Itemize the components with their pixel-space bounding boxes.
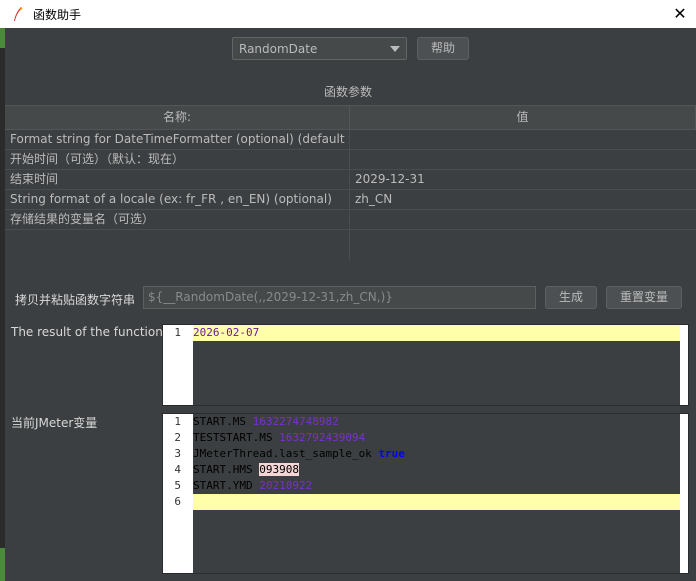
variable-value: 093908 [259,463,299,476]
editor-line: 5 START.YMD 20210922 [163,478,688,494]
variable-line: START.MS 1632274748982 [193,414,339,430]
variable-key: JMeterThread.last_sample_ok [193,447,379,460]
variable-key: TESTSTART.MS [193,431,280,444]
param-name-cell: 存储结果的变量名（可选） [5,210,350,230]
variable-value: 1632792439094 [279,431,366,444]
variable-key: START.MS [193,415,253,428]
param-name-cell: 开始时间（可选）（默认：现在） [5,150,350,170]
variable-value: 1632274748982 [252,415,339,428]
line-number: 5 [174,479,181,492]
function-string-field[interactable]: ${__RandomDate(,,2029-12-31,zh_CN,)} [143,286,536,309]
line-number: 4 [174,463,181,476]
editor-line: 1 START.MS 1632274748982 [163,414,688,430]
close-icon[interactable]: ✕ [668,2,692,26]
variable-value: 20210922 [259,479,313,492]
params-table: 名称: 值 Format string for DateTimeFormatte… [5,105,696,261]
param-value-cell[interactable] [350,150,696,170]
jmeter-variables-label: 当前JMeter变量 [11,416,98,430]
table-row[interactable]: Format string for DateTimeFormatter (opt… [5,130,696,150]
variable-value: true [378,447,405,460]
editor-line: 2 TESTSTART.MS 1632792439094 [163,430,688,446]
param-name-cell: String format of a locale (ex: fr_FR , e… [5,190,350,210]
result-editor[interactable]: 1 2026-02-07 [162,324,689,406]
reset-variables-button[interactable]: 重置变量 [606,286,682,309]
param-value-cell[interactable] [350,130,696,150]
editor-line: 4 START.HMS 093908 [163,462,688,478]
window-title: 函数助手 [33,8,82,22]
editor-line: 1 2026-02-07 [163,325,688,341]
line-number: 2 [174,431,181,444]
chevron-down-icon[interactable] [390,46,400,52]
generate-button[interactable]: 生成 [545,286,597,309]
result-value: 2026-02-07 [193,326,260,339]
function-select-value: RandomDate [239,42,318,56]
params-section-title: 函数参数 [323,85,372,99]
current-line-highlight [193,325,680,341]
function-select[interactable]: RandomDate [232,37,407,60]
column-header-value[interactable]: 值 [350,106,696,130]
variables-editor[interactable]: 1 START.MS 1632274748982 2 TESTSTART.MS … [162,413,689,574]
editor-line: 6 [163,494,688,510]
copy-function-label: 拷贝并粘贴函数字符串 [15,293,136,307]
table-row[interactable]: 结束时间 2029-12-31 [5,170,696,190]
param-name-cell: Format string for DateTimeFormatter (opt… [5,130,350,150]
current-line-highlight [193,494,680,510]
column-header-name[interactable]: 名称: [5,106,350,130]
variable-key: START.HMS [193,463,260,476]
line-number: 3 [174,447,181,460]
variable-key: START.YMD [193,479,260,492]
help-button[interactable]: 帮助 [417,37,469,60]
empty-cell [350,230,696,261]
table-row-empty [5,230,696,261]
line-number: 1 [174,415,181,428]
param-value-cell[interactable]: 2029-12-31 [350,170,696,190]
line-number: 6 [174,495,181,508]
table-row[interactable]: 开始时间（可选）（默认：现在） [5,150,696,170]
feather-icon [14,7,23,21]
table-row[interactable]: 存储结果的变量名（可选） [5,210,696,230]
param-name-cell: 结束时间 [5,170,350,190]
variable-line: TESTSTART.MS 1632792439094 [193,430,365,446]
variable-line: START.HMS 093908 [193,462,299,478]
left-edge-green-bottom [0,548,5,581]
variable-line: JMeterThread.last_sample_ok true [193,446,405,462]
param-value-cell[interactable] [350,210,696,230]
empty-cell [5,230,350,261]
variable-line: START.YMD 20210922 [193,478,312,494]
line-number: 1 [174,326,181,339]
table-row[interactable]: String format of a locale (ex: fr_FR , e… [5,190,696,210]
result-label: The result of the function is [11,325,177,339]
param-value-cell[interactable]: zh_CN [350,190,696,210]
title-bar: 函数助手 ✕ [0,0,696,28]
editor-line: 3 JMeterThread.last_sample_ok true [163,446,688,462]
left-edge-green-top [0,28,5,48]
